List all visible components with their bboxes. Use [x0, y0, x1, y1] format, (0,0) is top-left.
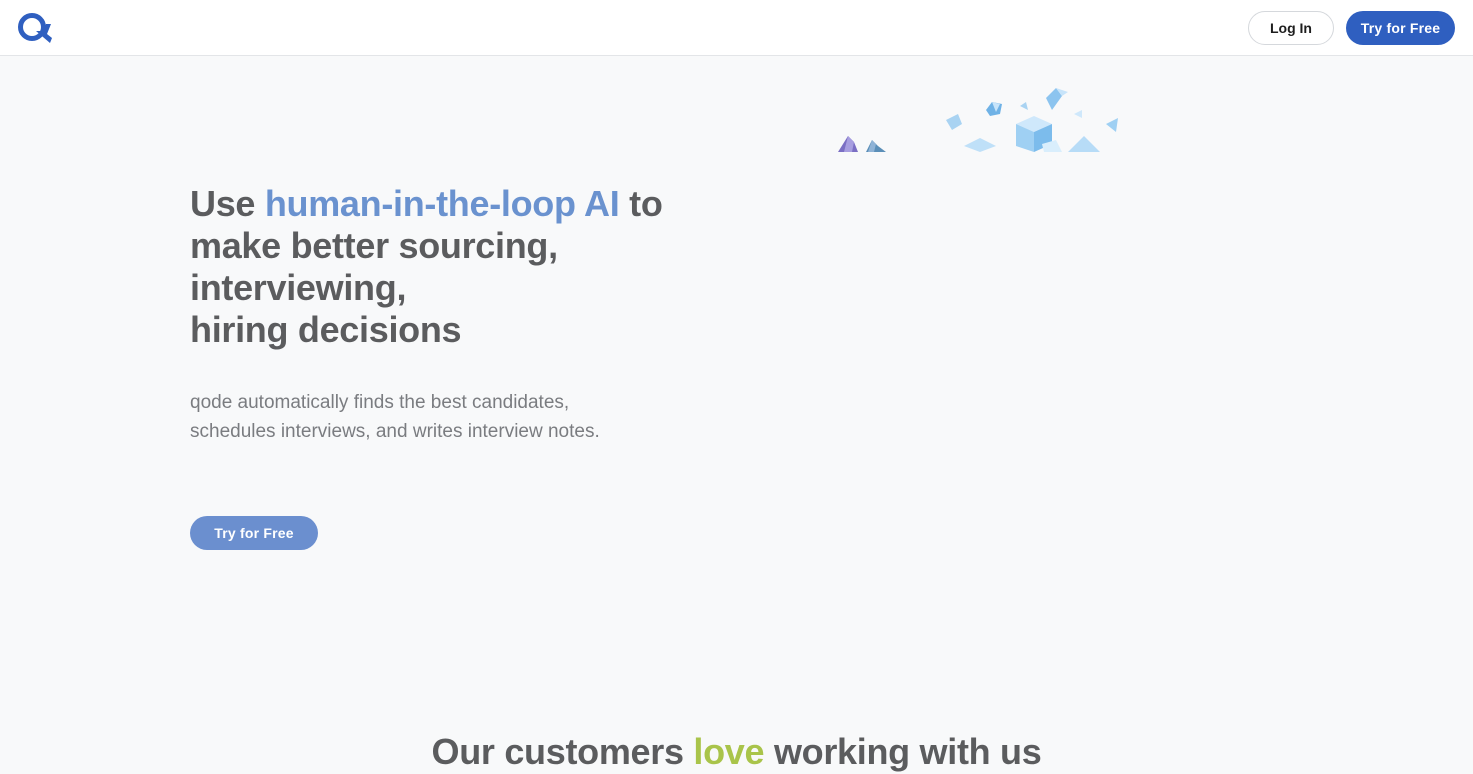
geometric-shapes-illustration — [830, 84, 1130, 152]
hero-try-for-free-button[interactable]: Try for Free — [190, 516, 318, 550]
qode-logo-icon[interactable] — [17, 12, 53, 44]
customers-section-title: Our customers love working with us — [431, 731, 1042, 772]
hero-subtext: qode automatically finds the best candid… — [190, 392, 600, 442]
login-button[interactable]: Log In — [1248, 11, 1334, 45]
top-navbar: Log In Try for Free — [0, 0, 1473, 56]
title-accent-love: love — [693, 731, 765, 772]
nav-try-for-free-button[interactable]: Try for Free — [1346, 11, 1455, 45]
headline-accent: human-in-the-loop AI — [264, 183, 620, 224]
hero-headline: Use human-in-the-loop AI to make better s… — [190, 183, 663, 350]
